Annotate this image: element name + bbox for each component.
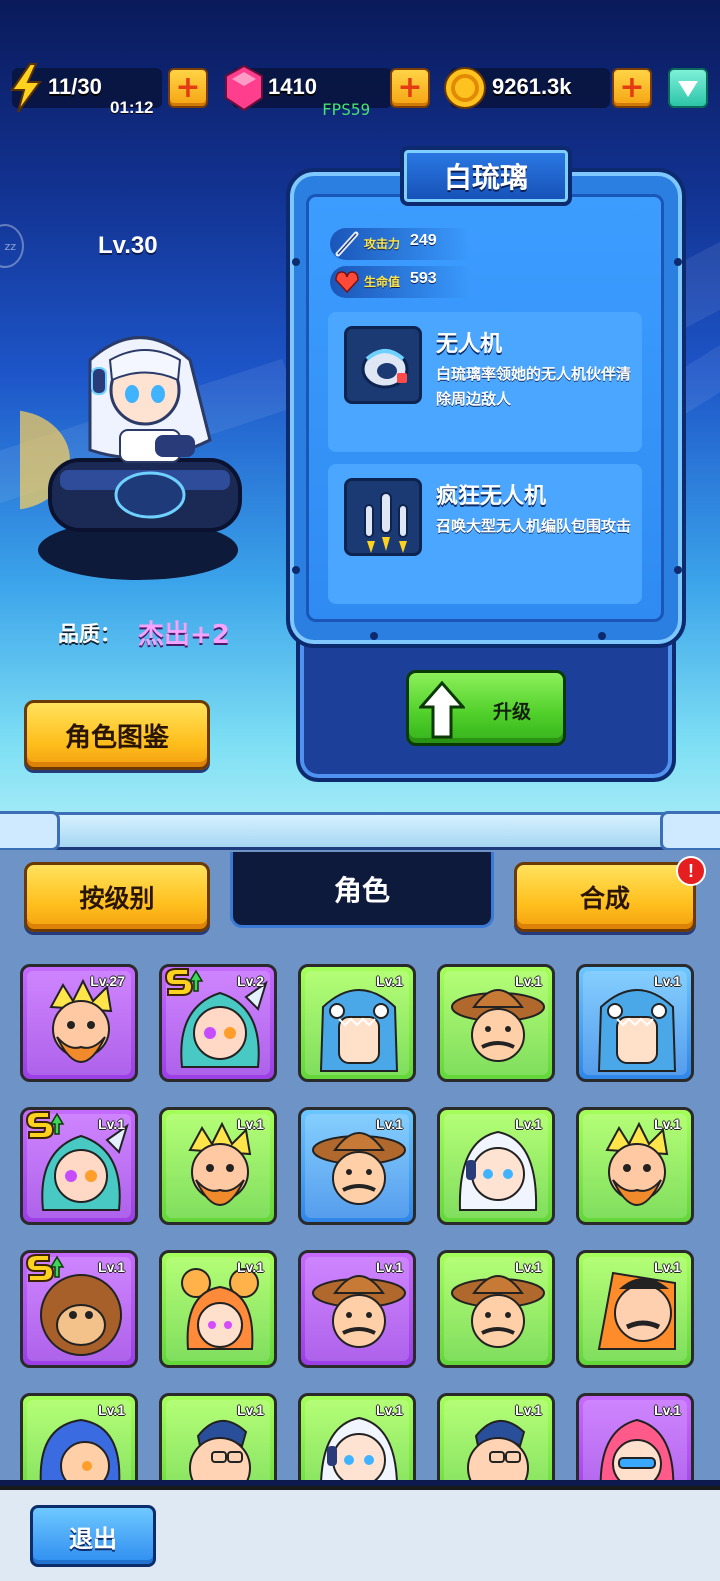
hero-card[interactable]: Lv.1	[298, 1107, 416, 1225]
hero-card-level: Lv.1	[515, 1116, 542, 1132]
energy-timer: 01:12	[110, 98, 154, 117]
hero-card[interactable]: Lv.1	[437, 1250, 555, 1368]
hero-card-level: Lv.1	[237, 1259, 264, 1275]
merge-alert-badge: !	[676, 856, 706, 886]
shield-icon	[678, 81, 698, 97]
hero-card-level: Lv.1	[654, 1402, 681, 1418]
hero-card[interactable]: Lv.1	[159, 1107, 277, 1225]
hero-card[interactable]: Lv.1	[437, 1107, 555, 1225]
hero-card-level: Lv.2	[237, 973, 264, 989]
quality-label: 品质：	[58, 622, 121, 646]
hero-card-level: Lv.1	[98, 1116, 125, 1132]
attack-label: 攻击力	[364, 237, 401, 251]
energy-value: 11/30	[48, 74, 102, 99]
star-upgrade-icon	[25, 1111, 65, 1139]
hero-card[interactable]: Lv.1	[576, 964, 694, 1082]
upgrade-button[interactable]: 升级	[406, 670, 566, 746]
skill-name: 无人机	[436, 332, 503, 357]
hero-card-level: Lv.1	[376, 1259, 403, 1275]
hero-card-level: Lv.1	[98, 1402, 125, 1418]
gem-value: 1410	[268, 74, 317, 99]
upgrade-label: 升级	[493, 701, 532, 723]
drone-icon	[344, 326, 422, 404]
star-upgrade-icon	[25, 1254, 65, 1282]
shop-shield-button[interactable]	[668, 68, 708, 108]
skill-card-drone[interactable]: 无人机 白琉璃率领她的无人机伙伴清除周边敌人	[328, 312, 642, 452]
fps-counter: FPS59	[322, 100, 371, 119]
add-gems-button[interactable]: +	[390, 68, 430, 108]
hero-card-level: Lv.1	[654, 1116, 681, 1132]
hero-card-level: Lv.1	[654, 1259, 681, 1275]
exit-button[interactable]: 退出	[30, 1505, 156, 1567]
hero-card[interactable]: Lv.27	[20, 964, 138, 1082]
sword-icon	[335, 231, 359, 257]
star-upgrade-icon	[164, 968, 204, 996]
gem-icon	[225, 64, 263, 112]
hero-card-level: Lv.1	[515, 1259, 542, 1275]
hero-card[interactable]: Lv.1	[437, 1393, 555, 1480]
coin-value: 9261.3k	[492, 74, 572, 99]
hero-card-level: Lv.1	[515, 973, 542, 989]
hero-name-plate: 白琉璃	[400, 146, 572, 206]
skill-description: 召唤大型无人机编队包围攻击	[436, 517, 632, 535]
hero-card[interactable]: Lv.1	[298, 1250, 416, 1368]
hp-value: 593	[410, 270, 437, 287]
tab-roles[interactable]: 角色	[230, 852, 494, 928]
hero-card[interactable]: Lv.1	[159, 1393, 277, 1480]
hero-card[interactable]: Lv.2	[159, 964, 277, 1082]
hero-card[interactable]: Lv.1	[20, 1250, 138, 1368]
hero-card-level: Lv.1	[376, 973, 403, 989]
attack-value: 249	[410, 232, 437, 249]
hero-card-level: Lv.1	[98, 1259, 125, 1275]
quality-value: 杰出+2	[138, 620, 230, 650]
merge-button[interactable]: 合成	[514, 862, 696, 932]
drone-swarm-icon	[344, 478, 422, 556]
skill-card-crazy-drone[interactable]: 疯狂无人机 召唤大型无人机编队包围攻击	[328, 464, 642, 604]
hero-card[interactable]: Lv.1	[20, 1393, 138, 1480]
hero-card-level: Lv.27	[90, 973, 125, 989]
skill-description: 白琉璃率领她的无人机伙伴清除周边敌人	[436, 365, 632, 408]
hero-roster-grid: Lv.27 Lv.2 Lv.1 Lv.1 Lv.1 Lv.1 Lv.1 Lv.1 Lv.1 Lv.…	[20, 964, 700, 1480]
heart-icon	[335, 271, 359, 294]
attack-stat: 攻击力 249	[330, 228, 470, 260]
hero-card-level: Lv.1	[237, 1402, 264, 1418]
hero-card-level: Lv.1	[237, 1116, 264, 1132]
skill-name: 疯狂无人机	[436, 484, 547, 509]
hero-card[interactable]: Lv.1	[159, 1250, 277, 1368]
hero-card-level: Lv.1	[654, 973, 681, 989]
hero-card-level: Lv.1	[376, 1116, 403, 1132]
hero-level: Lv.30	[98, 232, 158, 259]
section-divider	[0, 811, 720, 851]
add-energy-button[interactable]: +	[168, 68, 208, 108]
coin-icon	[444, 67, 486, 109]
hero-portrait	[20, 336, 242, 580]
add-coins-button[interactable]: +	[612, 68, 652, 108]
hero-card[interactable]: Lv.1	[20, 1107, 138, 1225]
arrow-up-icon	[419, 681, 465, 739]
sort-by-level-button[interactable]: 按级别	[24, 862, 210, 932]
hero-card[interactable]: Lv.1	[298, 1393, 416, 1480]
hp-label: 生命值	[364, 275, 401, 289]
hero-card-level: Lv.1	[376, 1402, 403, 1418]
hero-codex-button[interactable]: 角色图鉴	[24, 700, 210, 770]
energy-icon	[10, 63, 42, 113]
hero-card[interactable]: Lv.1	[576, 1250, 694, 1368]
hero-card[interactable]: Lv.1	[576, 1393, 694, 1480]
hero-card-level: Lv.1	[515, 1402, 542, 1418]
hero-card[interactable]: Lv.1	[437, 964, 555, 1082]
hero-card[interactable]: Lv.1	[576, 1107, 694, 1225]
hp-stat: 生命值 593	[330, 266, 470, 298]
hero-card[interactable]: Lv.1	[298, 964, 416, 1082]
